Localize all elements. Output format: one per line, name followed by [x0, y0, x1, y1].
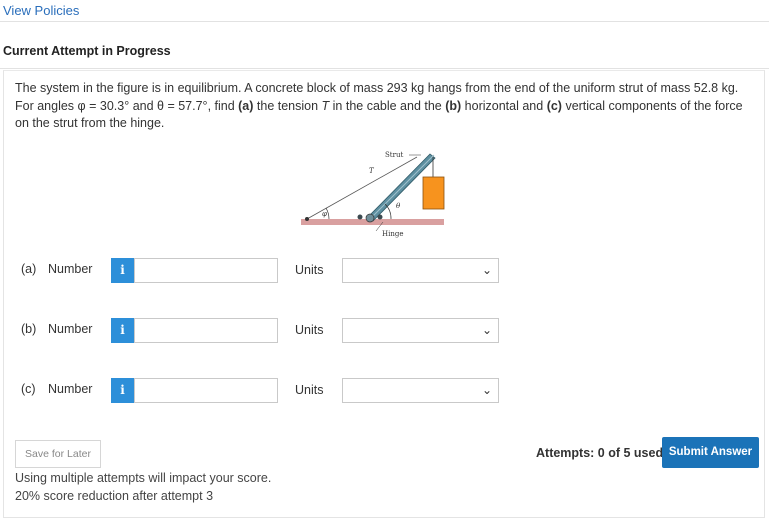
strut-label: Strut	[385, 151, 403, 159]
header-divider	[0, 21, 769, 22]
answer-label-a: (a) Number	[21, 262, 93, 276]
save-for-later-button[interactable]: Save for Later	[15, 440, 101, 468]
answer-label-b: (b) Number	[21, 322, 93, 336]
question-text: The system in the figure is in equilibri…	[15, 81, 743, 130]
submit-answer-button[interactable]: Submit Answer	[662, 437, 759, 468]
units-select-a[interactable]: ⌄	[342, 258, 499, 283]
number-input-a[interactable]	[134, 258, 278, 283]
units-label-a: Units	[295, 263, 324, 277]
concrete-block	[422, 176, 445, 210]
units-label-c: Units	[295, 383, 324, 397]
units-select-b[interactable]: ⌄	[342, 318, 499, 343]
hinge-label: Hinge	[382, 230, 403, 238]
units-label-b: Units	[295, 323, 324, 337]
answer-row-a: (a) Number i Units ⌄	[4, 257, 766, 285]
chevron-down-icon: ⌄	[481, 263, 492, 277]
info-button-a[interactable]: i	[111, 258, 134, 283]
equilibrium-figure: φ θ Strut T Hinge	[301, 151, 445, 238]
attempts-counter: Attempts: 0 of 5 used	[536, 446, 664, 460]
hinge-bolt-left	[357, 214, 363, 220]
chevron-down-icon: ⌄	[481, 383, 492, 397]
info-button-b[interactable]: i	[111, 318, 134, 343]
tension-label: T	[369, 167, 375, 175]
attempt-status-title: Current Attempt in Progress	[3, 44, 171, 58]
question-panel: The system in the figure is in equilibri…	[3, 70, 765, 518]
view-policies-link[interactable]: View Policies	[3, 3, 79, 18]
hinge-bolt-right	[377, 214, 383, 220]
answer-row-b: (b) Number i Units ⌄	[4, 317, 766, 345]
hinge-pin	[365, 213, 375, 223]
answer-row-c: (c) Number i Units ⌄	[4, 377, 766, 405]
units-select-c[interactable]: ⌄	[342, 378, 499, 403]
chevron-down-icon: ⌄	[481, 323, 492, 337]
cable-anchor	[305, 217, 309, 221]
theta-label: θ	[396, 202, 401, 210]
answer-label-c: (c) Number	[21, 382, 93, 396]
number-input-b[interactable]	[134, 318, 278, 343]
attempt-penalty-note: Using multiple attempts will impact your…	[15, 471, 272, 503]
info-button-c[interactable]: i	[111, 378, 134, 403]
phi-label: φ	[322, 210, 327, 218]
number-input-c[interactable]	[134, 378, 278, 403]
section-divider	[0, 68, 769, 69]
